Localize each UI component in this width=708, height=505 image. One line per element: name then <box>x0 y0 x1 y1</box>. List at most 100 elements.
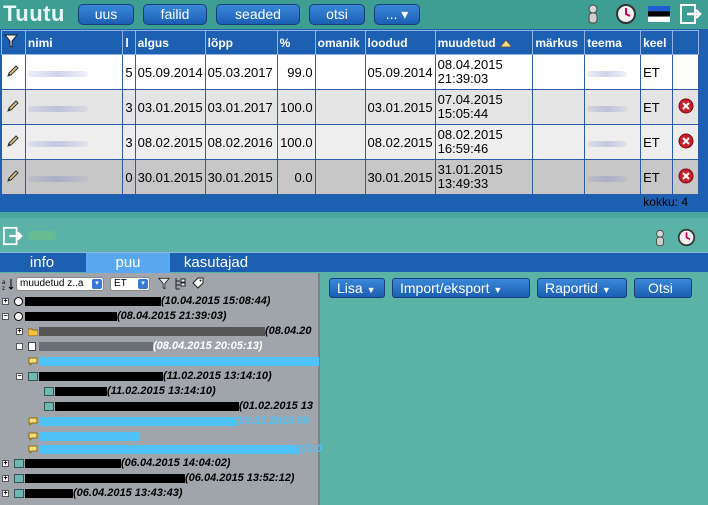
logout-icon[interactable] <box>680 3 702 25</box>
expand-panel-icon[interactable] <box>3 226 23 246</box>
tree-node[interactable] <box>28 355 319 368</box>
col-created[interactable]: loodud <box>364 30 436 55</box>
table-row[interactable]: 3 08.02.2015 08.02.2016 100.0 08.02.2015 08.0… <box>1 124 699 160</box>
expand-icon[interactable]: + <box>16 343 23 350</box>
tree-node[interactable]: − (08.04.2015 21:39:03) <box>2 310 226 323</box>
tree-node[interactable]: + (06.04.2015 13:43:43) <box>2 487 182 500</box>
redacted-name <box>27 70 88 77</box>
edit-cell[interactable] <box>1 159 26 195</box>
tag-icon[interactable] <box>192 277 204 289</box>
user-icon[interactable] <box>586 3 600 25</box>
delete-cell[interactable] <box>672 124 699 160</box>
modified-cell: 07.04.2015 15:05:44 <box>434 89 534 125</box>
expand-icon[interactable]: + <box>2 475 9 482</box>
col-language[interactable]: keel <box>640 30 673 55</box>
tree-node[interactable]: + (06.04.2015 14:04:02) <box>2 457 230 470</box>
redacted-topic <box>587 175 628 182</box>
col-topic[interactable]: teema <box>584 30 642 55</box>
tree-node[interactable]: (01.02.2015 13 <box>44 400 313 413</box>
settings-button[interactable]: seaded <box>216 4 300 25</box>
col-owner[interactable]: omanik <box>314 30 366 55</box>
expand-icon[interactable]: + <box>2 460 9 467</box>
clock-icon[interactable] <box>677 228 696 247</box>
pencil-icon[interactable] <box>6 64 20 78</box>
owner-cell <box>314 89 366 125</box>
comment-icon <box>28 432 38 441</box>
col-start[interactable]: algus <box>134 30 206 55</box>
pencil-icon[interactable] <box>6 99 20 113</box>
pencil-icon[interactable] <box>6 134 20 148</box>
filter-header[interactable] <box>1 30 26 55</box>
secondary-bar <box>0 225 708 251</box>
note-cell <box>532 159 586 195</box>
language-select[interactable]: ET ▾ <box>110 277 150 291</box>
table-row[interactable]: 3 03.01.2015 03.01.2017 100.0 03.01.2015 07.0… <box>1 89 699 125</box>
edit-cell[interactable] <box>1 54 26 90</box>
tree-node[interactable] <box>28 430 139 443</box>
expand-icon[interactable]: + <box>2 298 9 305</box>
delete-icon[interactable] <box>678 133 694 149</box>
new-button[interactable]: uus <box>78 4 134 25</box>
edit-cell[interactable] <box>1 89 26 125</box>
files-button[interactable]: failid <box>143 4 207 25</box>
col-name[interactable]: nimi <box>24 30 124 55</box>
tree-node[interactable]: (03.0 <box>28 443 322 456</box>
delete-cell[interactable] <box>672 159 699 195</box>
tree-node-date: (06.04.2015 13:43:43) <box>73 487 183 499</box>
col-modified[interactable]: muudetud <box>434 30 534 55</box>
filter-icon[interactable] <box>3 34 19 48</box>
pencil-icon[interactable] <box>6 169 20 183</box>
reports-menu-button[interactable]: Raportid ▼ <box>537 278 627 298</box>
tab-users[interactable]: kasutajad <box>172 253 260 273</box>
estonian-flag-icon[interactable] <box>648 6 670 22</box>
col-level[interactable]: l <box>122 30 136 55</box>
col-end[interactable]: lõpp <box>204 30 278 55</box>
owner-cell <box>314 124 366 160</box>
language-cell: ET <box>640 159 673 195</box>
tree-node[interactable]: − (11.02.2015 13:14:10) <box>16 370 272 383</box>
redacted-name <box>39 326 265 336</box>
delete-icon[interactable] <box>678 98 694 114</box>
tree-node[interactable]: (03.01.2015 09 <box>28 415 309 428</box>
tree-node-date: (11.02.2015 13:14:10) <box>107 385 216 397</box>
search-button[interactable]: otsi <box>309 4 365 25</box>
collapse-icon[interactable]: − <box>2 313 9 320</box>
tab-tree[interactable]: puu <box>86 253 170 273</box>
panel-divider[interactable] <box>0 212 708 218</box>
tree-node[interactable]: (11.02.2015 13:14:10) <box>44 385 216 398</box>
document-icon <box>28 341 37 351</box>
expand-icon[interactable]: + <box>2 490 9 497</box>
clock-icon[interactable] <box>615 3 637 25</box>
tab-info[interactable]: info <box>0 253 84 273</box>
more-menu-button[interactable]: ... ▾ <box>374 4 420 25</box>
table-row[interactable]: 5 05.09.2014 05.03.2017 99.0 05.09.2014 08.04… <box>1 54 699 90</box>
edit-cell[interactable] <box>1 124 26 160</box>
search-action-button[interactable]: Otsi <box>634 278 692 298</box>
hierarchy-icon[interactable] <box>174 277 186 290</box>
redacted-topic <box>587 140 628 147</box>
redacted-name <box>25 311 117 321</box>
collapse-icon[interactable]: − <box>16 373 23 380</box>
tree-node[interactable]: + (10.04.2015 15:08:44) <box>2 295 270 308</box>
delete-icon[interactable] <box>678 168 694 184</box>
add-menu-button[interactable]: Lisa ▼ <box>329 278 385 298</box>
import-export-menu-button[interactable]: Import/eksport ▼ <box>392 278 530 298</box>
created-cell: 05.09.2014 <box>364 54 436 90</box>
delete-cell[interactable] <box>672 89 699 125</box>
delete-cell[interactable] <box>672 54 699 90</box>
col-note[interactable]: märkus <box>532 30 586 55</box>
tree-panel: a z muudetud z..a ▾ ET ▾ + (10.04.2015 1… <box>0 273 322 505</box>
tree-node[interactable]: + (06.04.2015 13:52:12) <box>2 472 294 485</box>
user-icon[interactable] <box>654 228 666 248</box>
sort-select[interactable]: muudetud z..a ▾ <box>16 277 104 291</box>
redacted-topic <box>587 70 628 77</box>
col-percent[interactable]: % <box>276 30 316 55</box>
folder-icon <box>27 327 39 337</box>
sort-icon[interactable]: a z <box>2 278 14 290</box>
expand-icon[interactable]: + <box>16 328 23 335</box>
tree-node[interactable]: + (08.04.2015 20:05:13) <box>16 340 262 353</box>
filter-icon[interactable] <box>158 277 170 290</box>
redacted-comment <box>39 444 297 454</box>
table-row[interactable]: 0 30.01.2015 30.01.2015 0.0 30.01.2015 31.01.… <box>1 159 699 195</box>
tree-node[interactable]: + (08.04.20 <box>16 325 311 338</box>
